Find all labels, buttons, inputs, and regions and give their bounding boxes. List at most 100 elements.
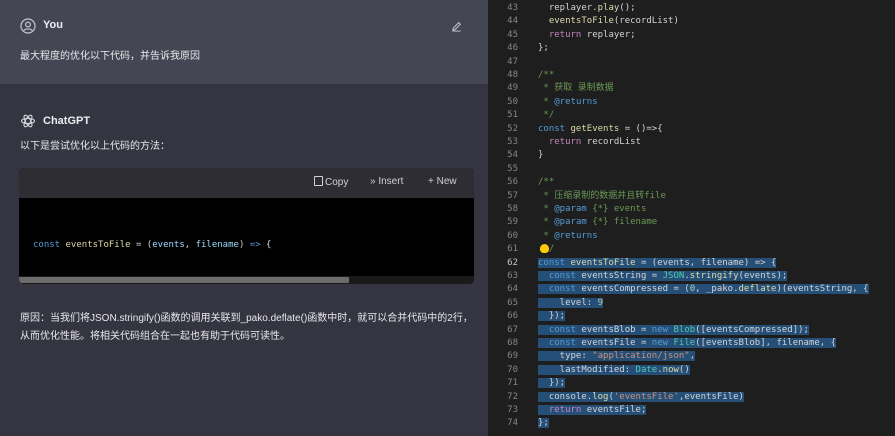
line-code: /** bbox=[538, 70, 555, 80]
line-code: * @param {*} filename bbox=[538, 217, 658, 228]
editor-line: 53 return recordList bbox=[488, 136, 895, 149]
line-code: }; bbox=[538, 43, 549, 54]
line-number: 48 bbox=[507, 70, 518, 80]
line-code: * @returns bbox=[538, 96, 598, 107]
line-number: 72 bbox=[507, 391, 518, 402]
scrollbar-thumb[interactable] bbox=[19, 277, 349, 283]
insert-button[interactable]: » Insert bbox=[370, 176, 403, 187]
line-code: type: "application/json", bbox=[538, 351, 696, 362]
editor-line: 67 const eventsBlob = new Blob([eventsCo… bbox=[488, 324, 895, 337]
line-number: 70 bbox=[507, 364, 518, 375]
line-code: return recordList bbox=[548, 137, 641, 147]
line-number: 71 bbox=[507, 378, 518, 389]
line-code: const getEvents = ()=>{ bbox=[538, 123, 663, 134]
editor-line: 56 /** bbox=[488, 176, 895, 189]
line-code: /** bbox=[538, 177, 555, 188]
chat-panel: You 最大程度的优化以下代码，并告诉我原因 ChatGPT 以下是尝试优化以上… bbox=[0, 0, 488, 436]
editor-line: 59 * @param {*} filename bbox=[488, 216, 895, 229]
line-number: 49 bbox=[507, 83, 518, 94]
line-number: 67 bbox=[507, 324, 518, 335]
line-code: } bbox=[538, 150, 544, 161]
line-number: 59 bbox=[507, 217, 518, 228]
line-code: }); bbox=[538, 311, 566, 322]
line-code: level: 9 bbox=[538, 297, 604, 308]
line-number: 57 bbox=[507, 190, 518, 201]
line-code: * @returns bbox=[538, 230, 598, 241]
line-number: 54 bbox=[507, 150, 518, 161]
line-code: const eventsBlob = new Blob([eventsCompr… bbox=[538, 324, 809, 337]
line-code: }); bbox=[538, 378, 566, 389]
editor-line: 74}; bbox=[488, 417, 895, 430]
code-block-toolbar: Copy » Insert + New bbox=[19, 168, 474, 198]
code-horizontal-scrollbar[interactable] bbox=[19, 276, 474, 284]
line-code: * @param {*} events bbox=[538, 204, 647, 214]
copy-icon bbox=[314, 176, 323, 186]
line-code: replayer.play(); bbox=[538, 3, 636, 13]
lightbulb-icon[interactable] bbox=[540, 244, 549, 254]
editor-line: 62 const eventsToFile = (events, filename… bbox=[488, 257, 895, 270]
line-number: 63 bbox=[507, 271, 518, 281]
copy-button[interactable]: Copy bbox=[314, 176, 348, 188]
editor-line: 51 */ bbox=[488, 109, 895, 122]
assistant-name: ChatGPT bbox=[43, 115, 91, 127]
editor-line: 50 * @returns bbox=[488, 96, 895, 109]
line-code: console.log('eventsFile',eventsFile) bbox=[538, 391, 744, 402]
line-number: 47 bbox=[507, 56, 518, 67]
line-code: * 获取 录制数据 bbox=[538, 83, 614, 94]
editor-line: 55 bbox=[488, 163, 895, 176]
chevrons-right-icon: » bbox=[370, 176, 376, 187]
line-number: 45 bbox=[507, 29, 518, 40]
editor-line: 61 */ bbox=[488, 243, 895, 256]
editor-line: 63 const eventsString = JSON.stringify(e… bbox=[488, 270, 895, 283]
editor-line: 66 }); bbox=[488, 310, 895, 323]
line-number: 66 bbox=[507, 311, 518, 322]
line-code: */ bbox=[538, 110, 555, 121]
line-number: 74 bbox=[507, 418, 518, 429]
user-message-block: You 最大程度的优化以下代码，并告诉我原因 bbox=[0, 0, 488, 84]
line-code: lastModified: Date.now() bbox=[538, 364, 690, 375]
editor-line: 64 const eventsCompressed = (0, _pako.de… bbox=[488, 283, 895, 296]
line-number: 68 bbox=[507, 338, 518, 348]
line-number: 46 bbox=[507, 43, 518, 54]
editor-line: 58 * @param {*} events bbox=[488, 203, 895, 216]
line-code: eventsToFile(recordList) bbox=[548, 16, 679, 27]
editor-line: 52 const getEvents = ()=>{ bbox=[488, 123, 895, 136]
editor-line: 49 * 获取 录制数据 bbox=[488, 82, 895, 95]
editor-line: 71 }); bbox=[488, 377, 895, 390]
editor-line: 45 return replayer; bbox=[488, 29, 895, 42]
editor-line: 70 lastModified: Date.now() bbox=[488, 364, 895, 377]
line-number: 69 bbox=[507, 351, 518, 362]
line-number: 56 bbox=[507, 177, 518, 188]
line-number: 61 bbox=[507, 244, 518, 255]
assistant-intro-text: 以下是尝试优化以上代码的方法： bbox=[20, 141, 170, 152]
explanation-text: 原因：当我们将JSON.stringify()函数的调用关联到_pako.def… bbox=[20, 313, 473, 342]
plus-icon: + bbox=[428, 176, 434, 187]
code-editor[interactable]: 43 replayer.play(); 44 eventsToFile(recor… bbox=[488, 0, 895, 436]
line-code: const eventsString = JSON.stringify(even… bbox=[538, 270, 788, 283]
code-line: const eventsToFile = (events, filename) … bbox=[33, 240, 272, 250]
editor-line: 46}; bbox=[488, 42, 895, 55]
code-block: Copy » Insert + New const eventsToFile =… bbox=[19, 168, 474, 284]
line-number: 53 bbox=[507, 137, 518, 147]
line-code: const eventsCompressed = (0, _pako.defla… bbox=[538, 283, 869, 296]
new-button[interactable]: + New bbox=[428, 176, 457, 187]
user-name: You bbox=[43, 19, 63, 31]
line-number: 44 bbox=[507, 16, 518, 27]
line-number: 58 bbox=[507, 204, 518, 214]
editor-line: 47 bbox=[488, 56, 895, 69]
user-avatar-icon bbox=[20, 18, 36, 34]
line-code: const eventsToFile = (events, filename) … bbox=[538, 257, 777, 268]
editor-line: 68 const eventsFile = new File([eventsBl… bbox=[488, 337, 895, 350]
editor-line: 43 replayer.play(); bbox=[488, 2, 895, 15]
line-code: const eventsFile = new File([eventsBlob]… bbox=[538, 337, 837, 350]
edit-icon[interactable] bbox=[451, 21, 462, 32]
line-number: 62 bbox=[507, 257, 518, 268]
editor-line: 72 console.log('eventsFile',eventsFile) bbox=[488, 391, 895, 404]
editor-line: 48 /** bbox=[488, 69, 895, 82]
editor-line: 69 type: "application/json", bbox=[488, 350, 895, 363]
user-message-text: 最大程度的优化以下代码，并告诉我原因 bbox=[20, 51, 200, 62]
line-number: 73 bbox=[507, 405, 518, 415]
line-code: return replayer; bbox=[548, 29, 636, 40]
line-code: }; bbox=[538, 418, 549, 429]
line-number: 52 bbox=[507, 123, 518, 134]
